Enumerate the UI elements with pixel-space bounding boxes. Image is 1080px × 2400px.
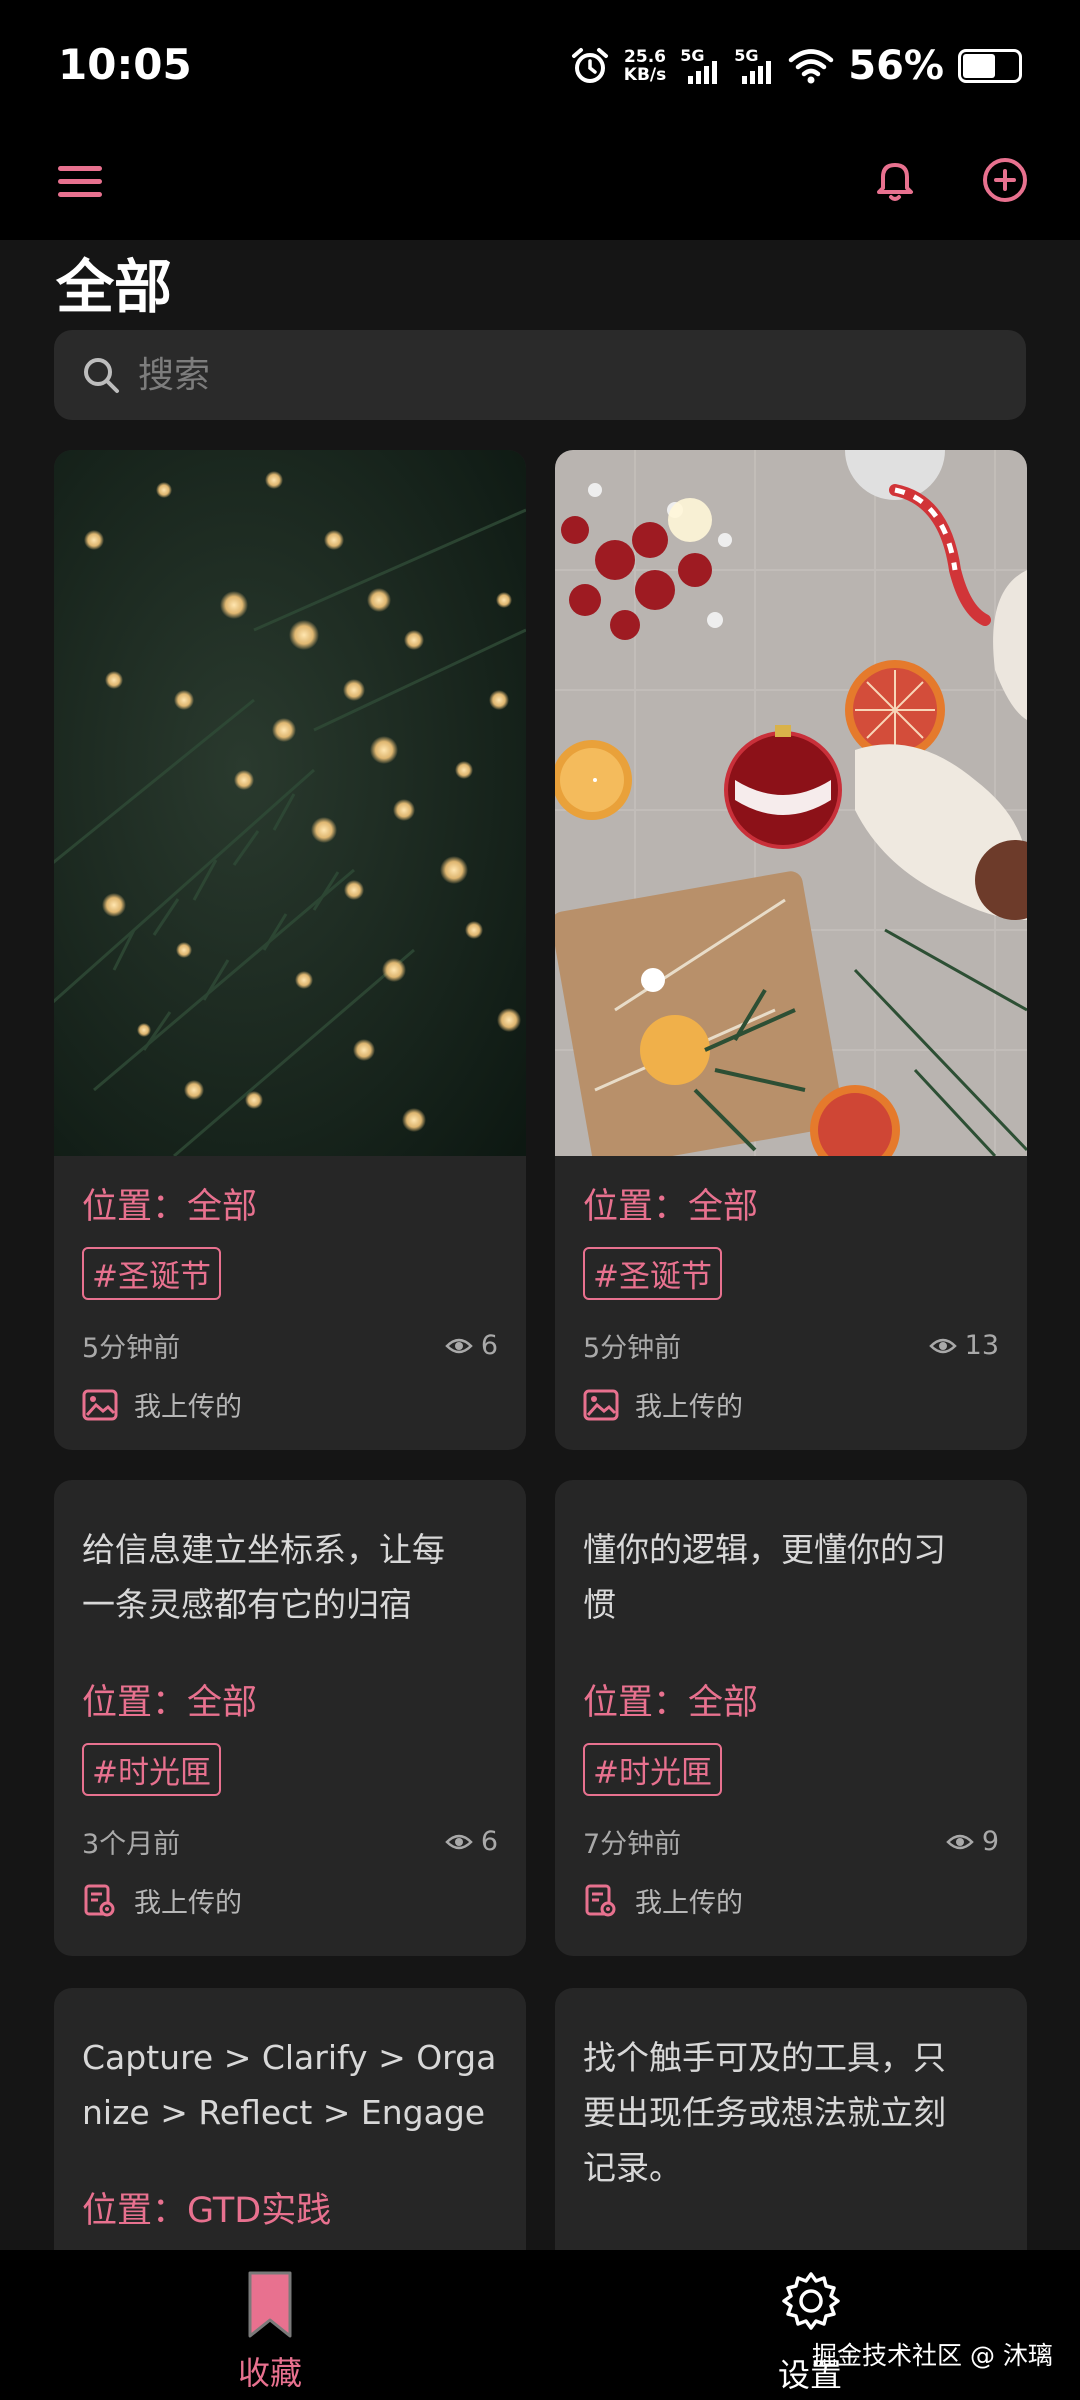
christmas-tree-image <box>54 450 526 1156</box>
status-bar: 10:05 25.6 KB/s 5G 5G 56% <box>0 0 1080 135</box>
card-text: 懂你的逻辑，更懂你的习 惯 <box>583 1530 946 1624</box>
card-time: 5分钟前 <box>82 1333 181 1364</box>
card-time: 5分钟前 <box>583 1333 682 1364</box>
card-text: 找个触手可及的工具，只 要出现任务或想法就立刻 记录。 <box>583 2038 946 2187</box>
note-card[interactable]: 给信息建立坐标系，让每 一条灵感都有它的归宿 位置：全部 #时光匣 3个月前 6… <box>54 1480 526 1956</box>
card-source: 我上传的 <box>134 1392 242 1423</box>
card-tag[interactable]: #时光匣 <box>583 1743 722 1796</box>
card-text: Capture > Clarify > Orga nize > Reflect … <box>82 2038 497 2132</box>
nav-favorites-label: 收藏 <box>237 2354 302 2392</box>
alarm-icon <box>571 48 608 83</box>
status-icons: 25.6 KB/s 5G 5G 56% <box>570 38 1022 94</box>
bottom-navigation: 收藏 设置 <box>0 2250 1080 2400</box>
card-location: 位置：GTD实践 <box>82 2191 332 2231</box>
note-card[interactable]: 位置：全部 #圣诞节 5分钟前 6 我上传的 <box>54 450 526 1450</box>
eye-icon <box>445 1338 473 1353</box>
card-text: 给信息建立坐标系，让每 一条灵感都有它的归宿 <box>82 1530 445 1624</box>
notification-button[interactable] <box>865 150 925 210</box>
note-card[interactable]: 位置：全部 #圣诞节 5分钟前 13 我上传的 <box>555 450 1027 1450</box>
plus-circle-icon <box>983 158 1027 202</box>
card-tag[interactable]: #圣诞节 <box>82 1247 221 1300</box>
gear-icon <box>782 2272 840 2330</box>
card-views: 9 <box>946 1826 999 1857</box>
net-speed: 25.6 KB/s <box>623 47 667 85</box>
card-source: 我上传的 <box>134 1888 242 1919</box>
add-button[interactable] <box>975 150 1035 210</box>
signal-icon-sim1: 5G <box>680 46 720 86</box>
eye-icon <box>928 1338 957 1353</box>
menu-button[interactable] <box>58 160 104 206</box>
card-views: 6 <box>445 1330 498 1361</box>
image-icon <box>583 1389 619 1420</box>
note-card[interactable]: Capture > Clarify > Orga nize > Reflect … <box>54 1988 526 2288</box>
search-input[interactable] <box>138 344 998 406</box>
status-time: 10:05 <box>58 40 192 89</box>
nav-favorites[interactable]: 收藏 <box>160 2250 380 2400</box>
battery-percent: 56% <box>848 43 944 89</box>
battery-icon <box>958 49 1022 83</box>
wifi-icon <box>789 49 834 84</box>
card-views: 13 <box>928 1330 999 1361</box>
eye-icon <box>445 1834 473 1849</box>
page-title: 全部 <box>56 253 173 321</box>
card-source: 我上传的 <box>635 1888 743 1919</box>
app-bar <box>0 135 1080 240</box>
search-bar[interactable] <box>54 330 1026 420</box>
image-icon <box>82 1389 118 1420</box>
note-card[interactable]: 找个触手可及的工具，只 要出现任务或想法就立刻 记录。 <box>555 1988 1027 2288</box>
eye-icon <box>946 1834 974 1849</box>
search-icon <box>84 358 119 393</box>
card-location: 位置：全部 <box>82 1683 258 1723</box>
signal-icon-sim2: 5G <box>734 46 774 86</box>
christmas-decoration-image <box>555 450 1027 1156</box>
note-gear-icon <box>585 1884 616 1916</box>
watermark: 掘金技术社区 @ 沐璃 <box>812 2341 1053 2370</box>
note-gear-icon <box>84 1884 115 1916</box>
nav-settings[interactable]: 设置 <box>700 2250 920 2400</box>
card-location: 位置：全部 <box>583 1187 759 1227</box>
card-location: 位置：全部 <box>82 1187 258 1227</box>
bell-icon <box>877 163 913 201</box>
card-tag[interactable]: #圣诞节 <box>583 1247 722 1300</box>
bookmark-icon <box>248 2271 292 2338</box>
card-time: 3个月前 <box>82 1829 181 1860</box>
card-source: 我上传的 <box>635 1392 743 1423</box>
note-card[interactable]: 懂你的逻辑，更懂你的习 惯 位置：全部 #时光匣 7分钟前 9 我上传的 <box>555 1480 1027 1956</box>
card-location: 位置：全部 <box>583 1683 759 1723</box>
card-time: 7分钟前 <box>583 1829 682 1860</box>
card-tag[interactable]: #时光匣 <box>82 1743 221 1796</box>
card-views: 6 <box>445 1826 498 1857</box>
